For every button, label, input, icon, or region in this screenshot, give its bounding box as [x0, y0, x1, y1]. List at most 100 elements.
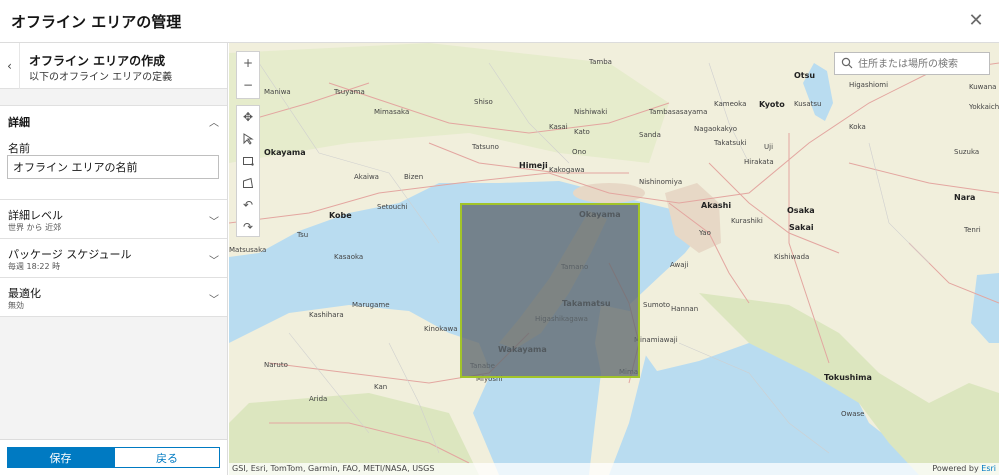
map-place-label: Kishiwada: [774, 253, 810, 261]
map-place-label: Naruto: [264, 361, 288, 369]
dialog-header: オフライン エリアの管理 ✕: [0, 0, 999, 43]
map-place-label: Hannan: [671, 305, 699, 313]
details-section: 詳細 ︿ 名前: [0, 105, 227, 200]
detail-level-row[interactable]: 詳細レベル 世界 から 近郊 ﹀: [0, 200, 227, 239]
map-place-label: Shiso: [474, 98, 493, 106]
undo-icon[interactable]: ↶: [237, 194, 259, 216]
back-chevron-icon[interactable]: ‹: [0, 43, 20, 89]
map-search: [834, 52, 990, 75]
redo-icon[interactable]: ↷: [237, 216, 259, 238]
map-place-label: Awaji: [670, 261, 689, 269]
map-place-label: Tamba: [589, 58, 612, 66]
map-place-label: Takatsuki: [714, 139, 747, 147]
map-place-label: Tsu: [297, 231, 309, 239]
map-place-label: Tenri: [964, 226, 981, 234]
draw-toolbar: ✥ ↶ ↷: [236, 105, 260, 237]
map-place-label: Kinokawa: [424, 325, 458, 333]
map-place-label: Tambasasayama: [649, 108, 708, 116]
map-place-label: Mimasaka: [374, 108, 410, 116]
search-input[interactable]: [858, 56, 986, 72]
attribution-powered-by: Powered by Esri: [932, 464, 996, 473]
package-schedule-title: パッケージ スケジュール: [8, 248, 132, 261]
map-place-label: Kusatsu: [794, 100, 822, 108]
name-input[interactable]: [7, 155, 219, 179]
map-place-label: Akaiwa: [354, 173, 379, 181]
left-panel: ‹ オフライン エリアの作成 以下のオフライン エリアの定義 詳細 ︿ 名前 詳…: [0, 43, 228, 475]
map-place-label: Kuwana: [969, 83, 997, 91]
map-place-label: Uji: [764, 143, 774, 151]
map-place-label: Himeji: [519, 161, 548, 170]
map-place-label: Koka: [849, 123, 866, 131]
map-place-label: Kato: [574, 128, 590, 136]
map-place-label: Kakogawa: [549, 166, 585, 174]
map-place-label: Setouchi: [377, 203, 408, 211]
map-place-label: Tatsuno: [472, 143, 499, 151]
save-button[interactable]: 保存: [7, 447, 114, 468]
offline-area-selection[interactable]: [460, 203, 640, 378]
map-place-label: Owase: [841, 410, 865, 418]
map-place-label: Kameoka: [714, 100, 747, 108]
map-place-label: Kasai: [549, 123, 568, 131]
chevron-down-icon[interactable]: ﹀: [209, 252, 219, 267]
map-place-label: Nishinomiya: [639, 178, 683, 186]
map-place-label: Kobe: [329, 211, 352, 220]
chevron-down-icon[interactable]: ﹀: [209, 213, 219, 228]
pan-icon[interactable]: ✥: [237, 106, 259, 128]
draw-rectangle-icon[interactable]: [237, 150, 259, 172]
select-arrow-icon[interactable]: [237, 128, 259, 150]
zoom-toolbar: + −: [236, 51, 260, 99]
panel-footer: 保存 戻る: [0, 439, 227, 475]
map-place-label: Kurashiki: [731, 217, 763, 225]
map-place-label: Higashiomi: [849, 81, 889, 89]
attribution-sources: GSI, Esri, TomTom, Garmin, FAO, METI/NAS…: [232, 464, 435, 473]
map-place-label: Nishiwaki: [574, 108, 608, 116]
dialog-title: オフライン エリアの管理: [11, 12, 182, 31]
map-place-label: Otsu: [794, 71, 816, 80]
map-place-label: Sakai: [789, 223, 814, 232]
esri-link[interactable]: Esri: [981, 464, 996, 473]
close-icon[interactable]: ✕: [967, 12, 985, 30]
map-place-label: Ono: [572, 148, 587, 156]
map-place-label: Arida: [309, 395, 328, 403]
search-icon: [841, 57, 853, 69]
chevron-down-icon[interactable]: ﹀: [209, 291, 219, 306]
map-place-label: Suzuka: [954, 148, 980, 156]
package-schedule-value: 毎週 18:22 時: [8, 262, 61, 271]
map-attribution: GSI, Esri, TomTom, Garmin, FAO, METI/NAS…: [229, 463, 999, 475]
app-window: オフライン エリアの管理 ✕ ‹ オフライン エリアの作成 以下のオフライン エ…: [0, 0, 999, 475]
optimization-row[interactable]: 最適化 無効 ﹀: [0, 278, 227, 317]
map-place-label: Marugame: [352, 301, 390, 309]
map-view[interactable]: Maniwa Tsuyama Shiso Tamba Otsu Higashiomi Mim…: [229, 43, 999, 475]
optimization-title: 最適化: [8, 287, 41, 300]
map-place-label: Maniwa: [264, 88, 291, 96]
map-place-label: Kasaoka: [334, 253, 364, 261]
map-place-label: Tsuyama: [334, 88, 365, 96]
map-place-label: Hirakata: [744, 158, 774, 166]
map-place-label: Nagaokakyo: [694, 125, 737, 133]
map-place-label: Kashihara: [309, 311, 344, 319]
zoom-out-icon[interactable]: −: [237, 74, 259, 96]
map-place-label: Kan: [374, 383, 388, 391]
optimization-value: 無効: [8, 301, 24, 310]
panel-header: ‹ オフライン エリアの作成 以下のオフライン エリアの定義: [0, 43, 227, 89]
map-place-label: Okayama: [264, 148, 306, 157]
map-place-label: Bizen: [404, 173, 424, 181]
map-place-label: Matsusaka: [229, 246, 267, 254]
draw-polygon-icon[interactable]: [237, 172, 259, 194]
map-place-label: Nara: [954, 193, 976, 202]
map-place-label: Sumoto: [643, 301, 671, 309]
name-label: 名前: [8, 142, 30, 155]
package-schedule-row[interactable]: パッケージ スケジュール 毎週 18:22 時 ﹀: [0, 239, 227, 278]
zoom-in-icon[interactable]: +: [237, 52, 259, 74]
details-title: 詳細: [8, 116, 30, 129]
back-button[interactable]: 戻る: [114, 447, 220, 468]
map-place-label: Tokushima: [824, 373, 872, 382]
map-place-label: Yao: [699, 229, 711, 237]
detail-level-value: 世界 から 近郊: [8, 223, 62, 232]
panel-title: オフライン エリアの作成: [29, 54, 166, 68]
attribution-prefix: Powered by: [932, 464, 982, 473]
map-place-label: Yokkaichi: [969, 103, 999, 111]
map-place-label: Kyoto: [759, 100, 785, 109]
panel-subtitle: 以下のオフライン エリアの定義: [29, 72, 173, 83]
chevron-up-icon[interactable]: ︿: [209, 114, 219, 129]
